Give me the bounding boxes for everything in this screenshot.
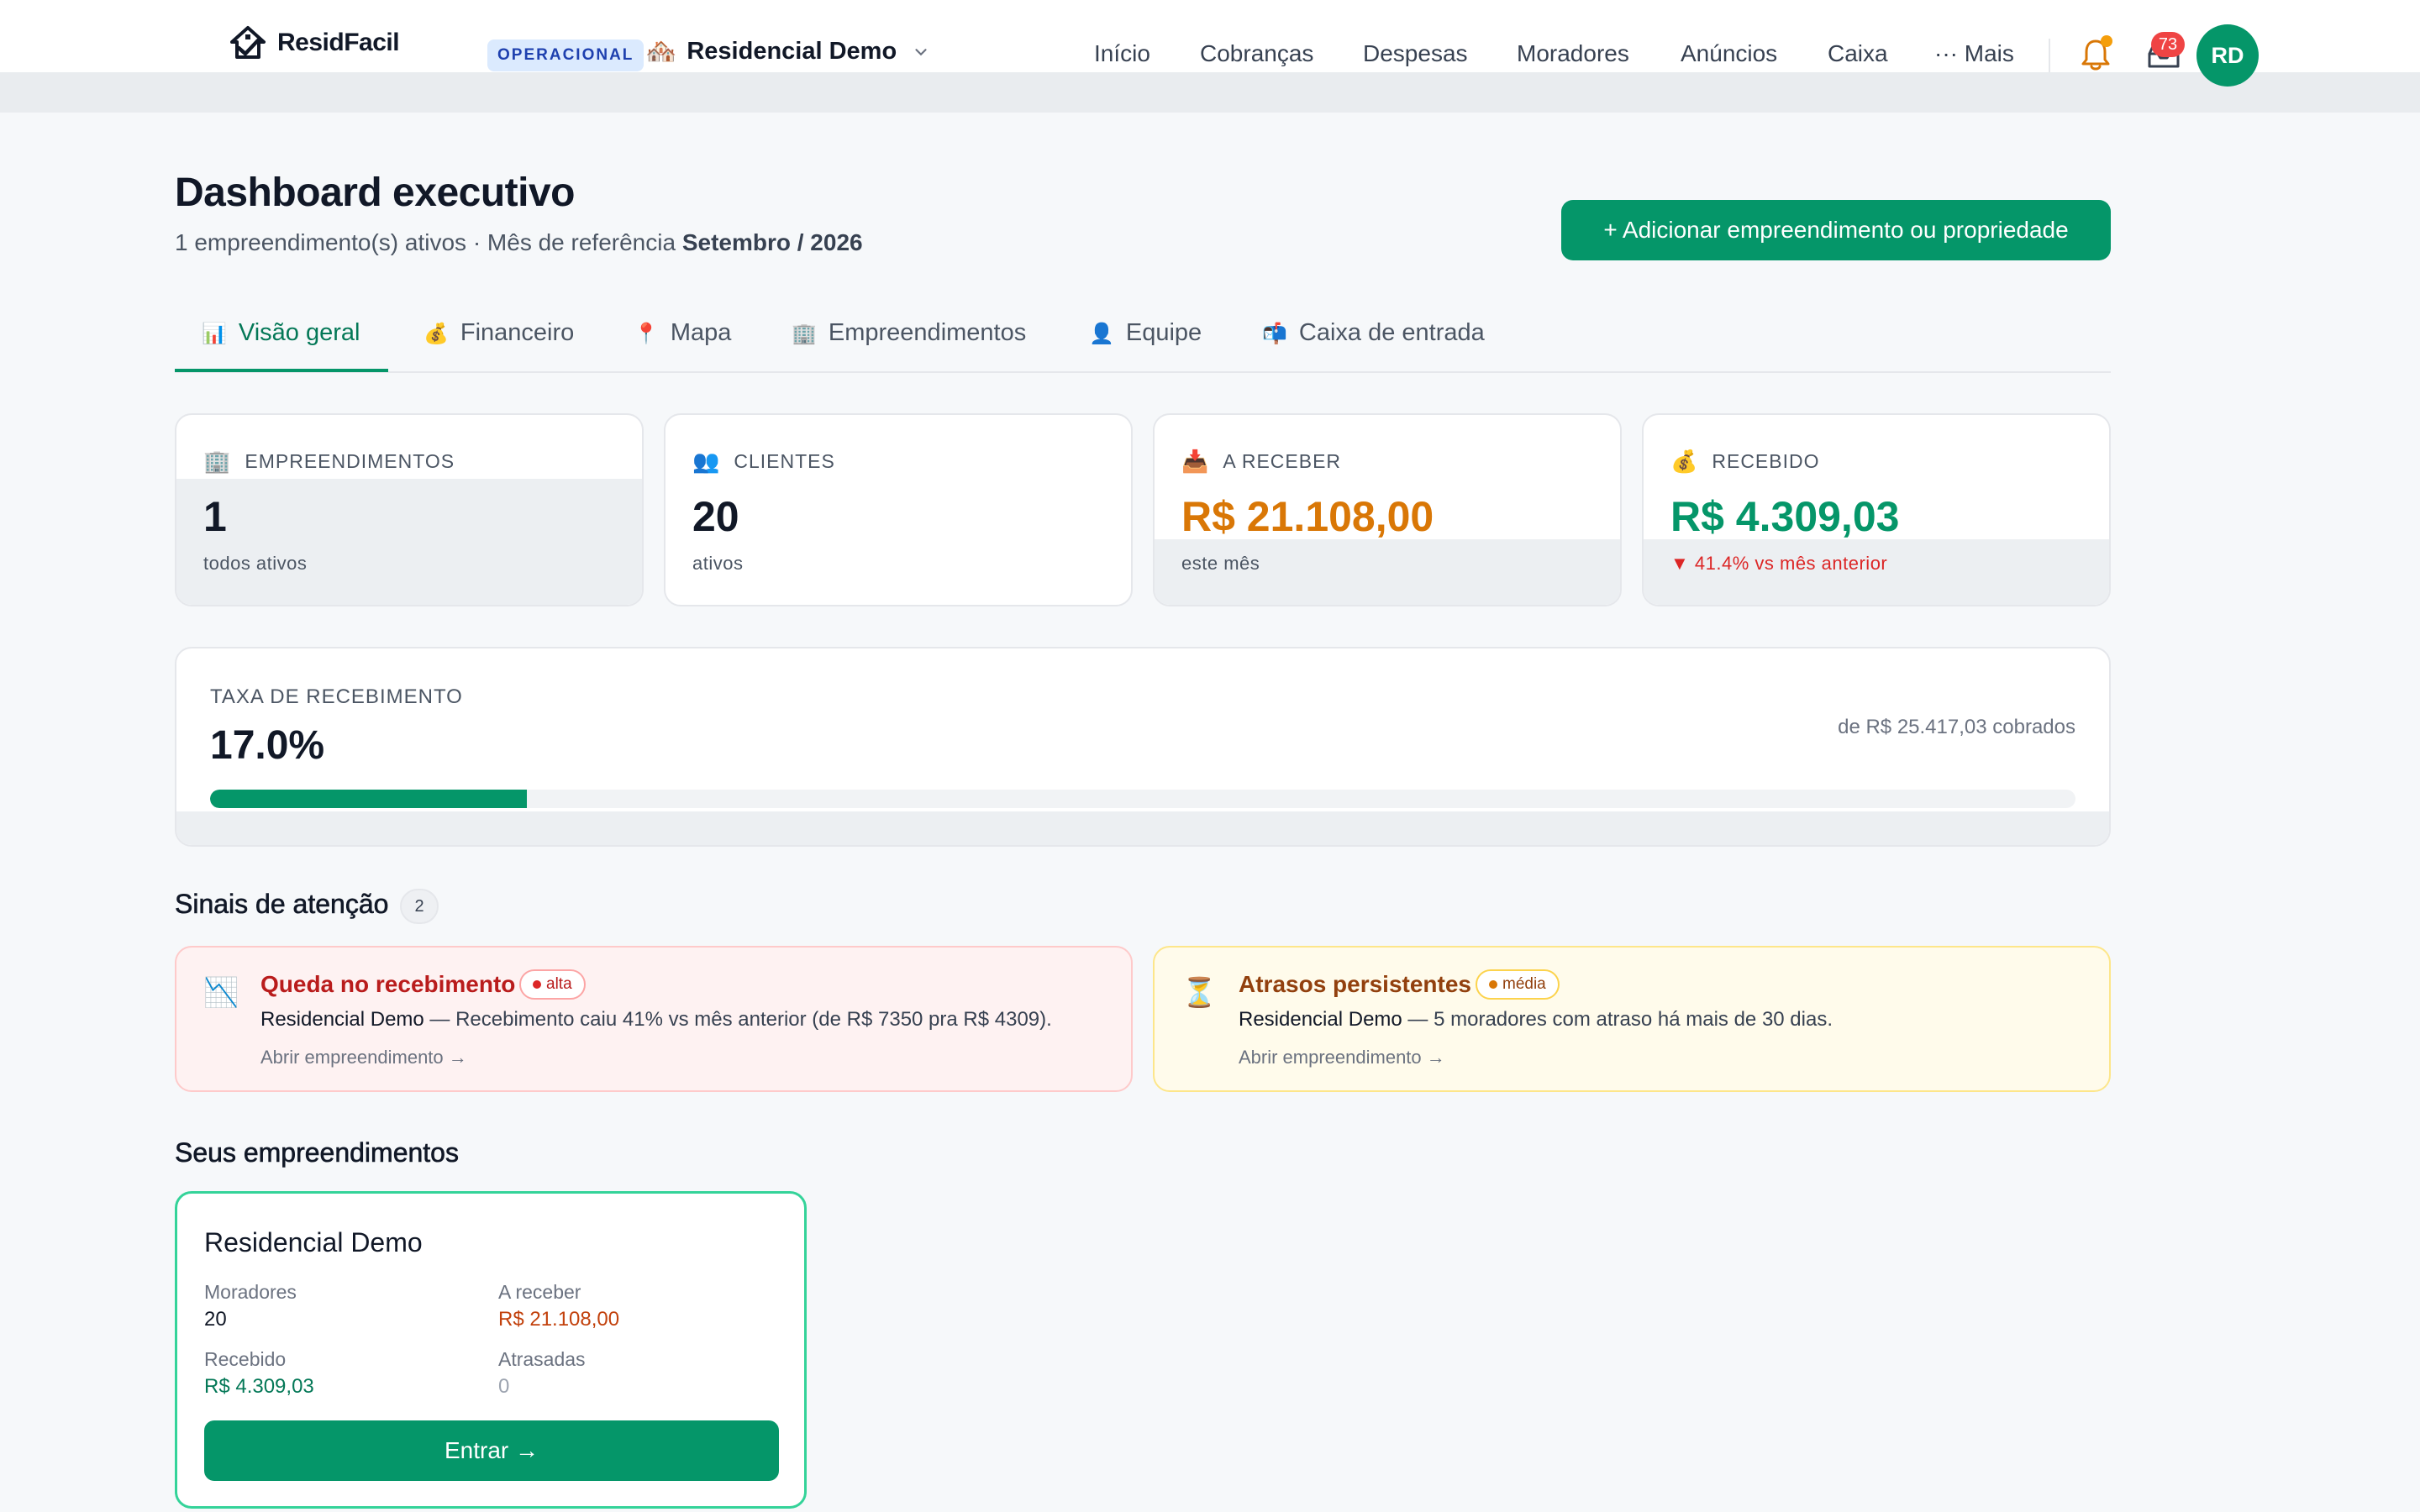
alert-message: Residencial Demo — 5 moradores com atras… <box>1239 1008 1833 1031</box>
user-icon: 👤 <box>1089 323 1114 345</box>
nav-anuncios[interactable]: Anúncios <box>1681 40 1777 67</box>
stat-value: R$ 21.108,00 <box>1181 493 1434 540</box>
alert-message: Residencial Demo — Recebimento caiu 41% … <box>260 1008 1052 1031</box>
house-logo-icon <box>230 26 266 59</box>
tab-label: Visão geral <box>238 319 360 346</box>
nav-divider <box>2049 39 2050 72</box>
tab-label: Financeiro <box>460 319 575 346</box>
stat-card-recebido: 💰 RECEBIDO R$ 4.309,03 ▼ 41.4% vs mês ant… <box>1642 413 2111 606</box>
rate-progress-bar <box>210 790 2075 808</box>
stat-note: este mês <box>1181 553 1260 574</box>
stat-note: ativos <box>692 553 744 574</box>
chevron-down-icon <box>915 48 927 55</box>
mailbox-icon: 📬 <box>1262 323 1287 345</box>
receivable-value: R$ 21.108,00 <box>498 1308 620 1331</box>
tab-label: Caixa de entrada <box>1298 319 1485 346</box>
collection-rate-card: TAXA DE RECEBIMENTO 17.0% de R$ 25.417,0… <box>175 647 2111 847</box>
stat-card-a-receber: 📥 A RECEBER R$ 21.108,00 este mês <box>1153 413 1622 606</box>
app-name: ResidFacil <box>277 29 400 56</box>
overdue-label: Atrasadas <box>498 1348 586 1370</box>
nav-inicio[interactable]: Início <box>1094 40 1150 67</box>
inbox-tray-icon: 📥 <box>1181 449 1210 474</box>
page-title: Dashboard executivo <box>175 171 575 215</box>
rate-progress-fill <box>210 790 528 808</box>
user-avatar[interactable]: RD <box>2196 24 2259 87</box>
subtitle-text: 1 empreendimento(s) ativos · Mês de refe… <box>175 229 682 255</box>
tab-visao-geral[interactable]: 📊 Visão geral <box>202 319 360 371</box>
nav-more[interactable]: ··· Mais <box>1934 40 2014 67</box>
open-property-link[interactable]: Abrir empreendimento → <box>1239 1047 1445 1068</box>
stat-label: 📥 A RECEBER <box>1181 449 1342 474</box>
money-bag-icon: 💰 <box>1670 449 1699 474</box>
tab-financeiro[interactable]: 💰 Financeiro <box>424 319 574 371</box>
building-icon: 🏢 <box>792 323 817 345</box>
tab-label: Equipe <box>1125 319 1202 346</box>
stat-value: 20 <box>692 493 739 540</box>
property-selector-label: Residencial Demo <box>687 38 897 65</box>
nav-cobrancas[interactable]: Cobranças <box>1200 40 1313 67</box>
top-bar-strip <box>0 72 2420 113</box>
rate-label: TAXA DE RECEBIMENTO <box>210 685 463 708</box>
money-bag-icon: 💰 <box>424 323 449 345</box>
stat-trend-note: ▼ 41.4% vs mês anterior <box>1670 553 1888 574</box>
enter-property-button[interactable]: Entrar → <box>204 1420 779 1481</box>
received-value: R$ 4.309,03 <box>204 1375 314 1398</box>
nav-despesas[interactable]: Despesas <box>1363 40 1468 67</box>
nav-caixa[interactable]: Caixa <box>1828 40 1888 67</box>
stat-label: 💰 RECEBIDO <box>1670 449 1820 474</box>
tab-label: Mapa <box>670 319 732 346</box>
rate-value: 17.0% <box>210 723 325 768</box>
tab-label: Empreendimentos <box>828 319 1027 346</box>
attention-count-badge: 2 <box>400 889 439 924</box>
stat-label: 👥 CLIENTES <box>692 449 835 474</box>
properties-section-title: Seus empreendimentos <box>175 1137 460 1168</box>
users-icon: 👥 <box>692 449 721 474</box>
stat-card-clientes: 👥 CLIENTES 20 ativos <box>664 413 1133 606</box>
property-card-title: Residencial Demo <box>204 1227 423 1257</box>
building-icon: 🏢 <box>203 449 232 474</box>
residents-value: 20 <box>204 1308 227 1331</box>
reference-month: Setembro / 2026 <box>681 229 863 255</box>
attention-section-title: Sinais de atenção <box>175 889 389 920</box>
hourglass-icon: ⏳ <box>1181 977 1218 1009</box>
stat-note: todos ativos <box>203 553 308 574</box>
severity-badge: média <box>1476 969 1560 1000</box>
add-property-button[interactable]: + Adicionar empreendimento ou propriedad… <box>1561 200 2111 260</box>
tab-mapa[interactable]: 📍 Mapa <box>634 319 731 371</box>
severity-dot <box>533 980 541 989</box>
residents-label: Moradores <box>204 1281 297 1303</box>
property-card[interactable]: Residencial Demo Moradores 20 A receber … <box>175 1191 807 1509</box>
severity-dot <box>1489 980 1497 989</box>
tab-caixa-de-entrada[interactable]: 📬 Caixa de entrada <box>1262 319 1485 371</box>
chart-decreasing-icon: 📉 <box>203 977 239 1009</box>
open-property-link[interactable]: Abrir empreendimento → <box>260 1047 467 1068</box>
tab-empreendimentos[interactable]: 🏢 Empreendimentos <box>792 319 1026 371</box>
stat-value: 1 <box>203 493 227 540</box>
alert-title: Atrasos persistentes <box>1239 971 1472 997</box>
map-pin-icon: 📍 <box>634 323 659 345</box>
stat-card-empreendimentos: 🏢 EMPREENDIMENTOS 1 todos ativos <box>175 413 644 606</box>
environment-badge: OPERACIONAL <box>487 39 644 71</box>
alert-card-high: 📉 Queda no recebimento alta Residencial … <box>175 946 1133 1092</box>
stat-label: 🏢 EMPREENDIMENTOS <box>203 449 455 474</box>
nav-moradores[interactable]: Moradores <box>1517 40 1629 67</box>
houses-icon: 🏘️ <box>645 38 677 66</box>
severity-badge: alta <box>519 969 586 1000</box>
overdue-value: 0 <box>498 1375 510 1398</box>
notification-dot <box>2101 35 2112 47</box>
page-subtitle: 1 empreendimento(s) ativos · Mês de refe… <box>175 229 863 256</box>
bar-chart-icon: 📊 <box>202 323 227 345</box>
alert-title: Queda no recebimento <box>260 971 516 997</box>
rate-total-text: de R$ 25.417,03 cobrados <box>1838 716 2075 738</box>
tab-equipe[interactable]: 👤 Equipe <box>1089 319 1202 371</box>
inbox-count-badge: 73 <box>2151 32 2185 57</box>
stat-value: R$ 4.309,03 <box>1670 493 1900 540</box>
active-tab-indicator <box>175 369 388 372</box>
app-logo[interactable]: ResidFacil <box>227 22 400 64</box>
alert-card-medium: ⏳ Atrasos persistentes média Residencial… <box>1153 946 2111 1092</box>
received-label: Recebido <box>204 1348 287 1370</box>
receivable-label: A receber <box>498 1281 581 1303</box>
property-selector[interactable]: 🏘️ Residencial Demo <box>645 37 930 66</box>
dashboard-tabs: 📊 Visão geral 💰 Financeiro 📍 Mapa 🏢 Empreend… <box>175 302 2111 373</box>
